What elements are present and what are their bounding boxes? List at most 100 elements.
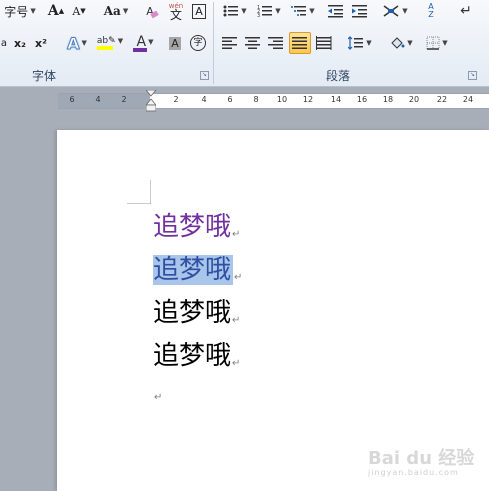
document-paragraph[interactable]: 追梦哦↵: [153, 336, 240, 376]
document-paragraph[interactable]: 追梦哦↵: [153, 293, 240, 333]
ruler-tick-label: 18: [382, 95, 394, 104]
subscript-label: x₂: [14, 36, 26, 50]
paragraph-text: 追梦哦: [153, 341, 232, 371]
bullets-icon: [223, 5, 239, 17]
decrease-indent-icon: [328, 5, 343, 18]
justify-button[interactable]: [289, 32, 311, 54]
increase-indent-button[interactable]: [350, 0, 370, 22]
increase-indent-icon: [352, 5, 367, 18]
font-size-label: 字号: [4, 4, 29, 19]
pen-icon: ✎: [108, 36, 116, 46]
ruler-tick-label: 10: [276, 95, 288, 104]
ruler-tick-label: 4: [201, 95, 207, 104]
justify-icon: [292, 37, 307, 49]
distributed-icon: [316, 36, 332, 50]
ruler-tick-label: 2: [173, 95, 179, 104]
line-spacing-button[interactable]: ▼: [345, 32, 375, 54]
align-center-button[interactable]: [243, 32, 263, 54]
ruler-tick-label: 20: [408, 95, 420, 104]
font-group-label: 字体: [32, 69, 57, 83]
document-paragraph[interactable]: 追梦哦↵: [153, 250, 242, 290]
align-right-icon: [268, 37, 283, 49]
ruler-tick-label: 12: [302, 95, 314, 104]
char-border-button[interactable]: A: [190, 0, 208, 22]
font-color-button[interactable]: A ▼: [130, 32, 160, 54]
document-paragraph[interactable]: 追梦哦↵: [153, 207, 240, 247]
borders-button[interactable]: ▼: [422, 32, 452, 54]
chinese-layout-button[interactable]: ▼: [380, 0, 410, 22]
char-shading-button[interactable]: A: [166, 32, 184, 54]
font-size-box[interactable]: 字号 ▼: [0, 0, 40, 22]
watermark-subtext: jingyan.baidu.com: [368, 468, 459, 477]
numbering-icon: 123: [257, 5, 273, 18]
ruler-tick-label: 4: [95, 95, 101, 104]
paint-bucket-icon: [391, 37, 405, 49]
strikethrough-icon: a: [0, 37, 8, 49]
horizontal-ruler[interactable]: 6 4 2 2 4 6 8 10 12 14 16 18 20 22 24: [58, 93, 489, 109]
ruler-tick-label: 22: [436, 95, 448, 104]
shading-button[interactable]: ▼: [386, 32, 416, 54]
align-left-icon: [222, 37, 237, 49]
sort-button[interactable]: A Z: [420, 0, 442, 22]
ruler-tick-label: 24: [462, 95, 474, 104]
paragraph-text: 追梦哦: [153, 298, 232, 328]
text-effect-label: A: [67, 33, 80, 53]
font-color-bar: [133, 48, 147, 52]
ruler-tick-label: 2: [121, 95, 127, 104]
phonetic-guide-button[interactable]: wén 文: [165, 0, 187, 22]
numbering-button[interactable]: 1 2 3 ▼: [254, 0, 284, 22]
empty-paragraph: ↵: [153, 380, 163, 403]
change-case-button[interactable]: Aa ▼: [101, 0, 131, 22]
indent-marker-icon[interactable]: [146, 90, 156, 112]
paragraph-mark: ↵: [154, 392, 163, 403]
distributed-button[interactable]: [314, 32, 334, 54]
ribbon: 字号 ▼ A ▲ A ▼ Aa ▼ A wén 文 A ▼ 1 2 3 ▼ ▼ ▼ A Z: [0, 0, 489, 87]
ruler-tick-label: 6: [69, 95, 75, 104]
margin-corner-mark: [127, 180, 151, 204]
ruler-tick-label: 6: [227, 95, 233, 104]
borders-icon: [426, 36, 440, 50]
grow-font-button[interactable]: A ▲: [46, 0, 66, 22]
svg-text:3: 3: [257, 13, 260, 18]
superscript-label: x²: [35, 36, 47, 50]
paragraph-mark: ↵: [232, 315, 241, 326]
char-shading-label: A: [169, 36, 181, 50]
paragraph-text: 追梦哦: [153, 212, 232, 242]
shrink-font-button[interactable]: A ▼: [70, 0, 88, 22]
highlight-color-bar: [97, 46, 113, 50]
multilevel-list-icon: [291, 6, 307, 16]
text-effect-button[interactable]: A ▼: [62, 32, 92, 54]
enclosed-char-label: 字: [190, 35, 206, 51]
superscript-button[interactable]: x²: [32, 32, 50, 54]
paragraph-mark-icon: ↵: [460, 3, 472, 19]
sort-label: A Z: [428, 2, 434, 19]
highlight-button[interactable]: ab ✎ ▼: [95, 32, 125, 54]
decrease-indent-button[interactable]: [326, 0, 346, 22]
ruler-tick-label: 16: [356, 95, 368, 104]
subscript-button[interactable]: x₂: [11, 32, 29, 54]
align-right-button[interactable]: [266, 32, 286, 54]
strikethrough-button[interactable]: a: [0, 32, 8, 54]
char-border-label: A: [192, 3, 206, 19]
paragraph-mark: ↵: [234, 272, 243, 283]
ruler-tick-label: 14: [330, 95, 342, 104]
align-left-button[interactable]: [220, 32, 240, 54]
watermark-text: Bai du 经验: [368, 448, 475, 469]
font-dialog-launcher-icon[interactable]: ↘: [200, 71, 209, 80]
grow-font-label: A: [47, 3, 59, 19]
multilevel-list-button[interactable]: ▼: [288, 0, 318, 22]
change-case-label: Aa: [103, 4, 121, 18]
clear-format-button[interactable]: A: [141, 0, 163, 22]
paragraph-dialog-launcher-icon[interactable]: ↘: [468, 71, 477, 80]
show-marks-button[interactable]: ↵: [456, 0, 476, 22]
shrink-font-label: A: [72, 4, 81, 18]
bullets-button[interactable]: ▼: [220, 0, 250, 22]
document-page[interactable]: 追梦哦↵ 追梦哦 ↵ 追梦哦↵ 追梦哦↵ ↵: [57, 130, 489, 491]
enclose-char-button[interactable]: 字: [188, 32, 208, 54]
ruler-tick-label: 8: [253, 95, 259, 104]
chevron-down-icon: ▼: [30, 7, 36, 15]
paragraph-mark: ↵: [232, 358, 241, 369]
watermark: Bai du 经验 jingyan.baidu.com: [368, 444, 474, 477]
paragraph-group-label: 段落: [326, 69, 351, 83]
paragraph-mark: ↵: [232, 229, 241, 240]
